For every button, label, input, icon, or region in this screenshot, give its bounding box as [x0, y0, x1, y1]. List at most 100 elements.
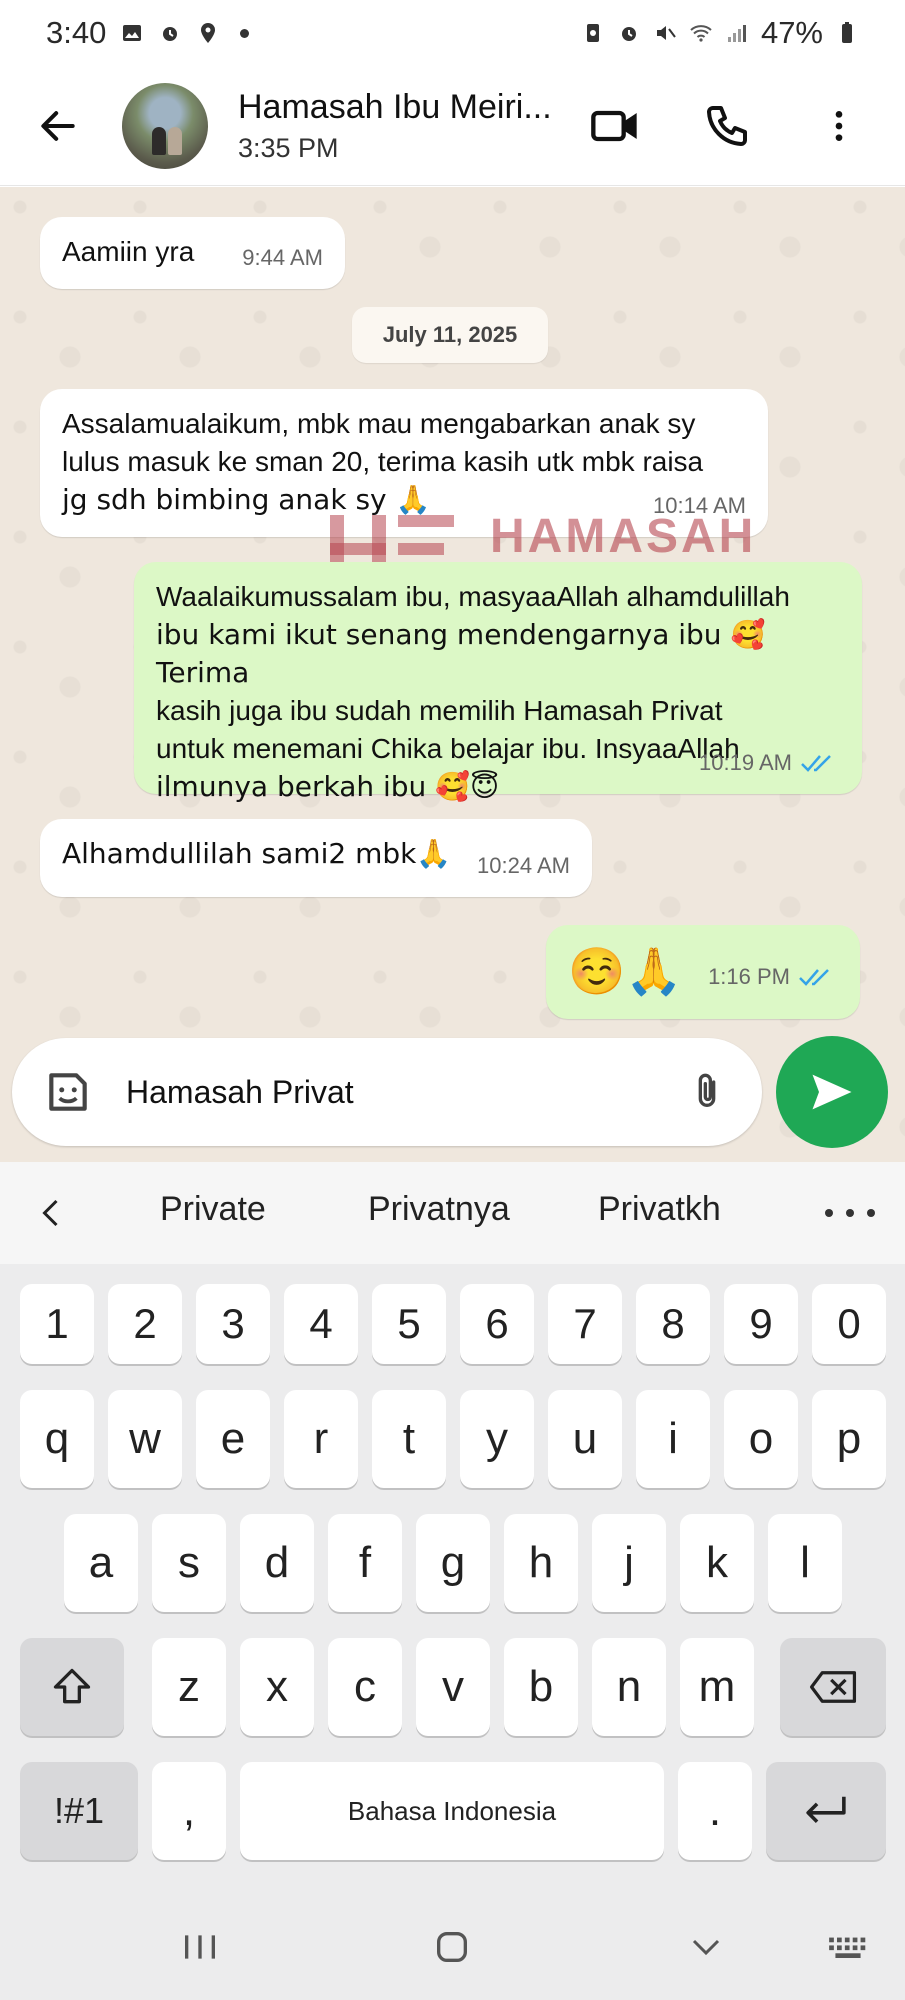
- comma-key[interactable]: ,: [152, 1762, 226, 1860]
- key[interactable]: o: [724, 1390, 798, 1488]
- key[interactable]: j: [592, 1514, 666, 1612]
- navigation-bar: [0, 1900, 905, 2000]
- message-time: 9:44 AM: [242, 245, 323, 270]
- key[interactable]: l: [768, 1514, 842, 1612]
- suggestion-bar: Private Privatnya Privatkh: [0, 1162, 905, 1264]
- key[interactable]: c: [328, 1638, 402, 1736]
- key[interactable]: u: [548, 1390, 622, 1488]
- suggestion-item[interactable]: Privatkh: [598, 1190, 721, 1229]
- space-key[interactable]: Bahasa Indonesia: [240, 1762, 664, 1860]
- message-time: 10:24 AM: [477, 853, 570, 878]
- key[interactable]: 8: [636, 1284, 710, 1364]
- chat-header: Hamasah Ibu Meiri... 3:35 PM: [0, 66, 905, 186]
- key[interactable]: x: [240, 1638, 314, 1736]
- keyboard-switch-button[interactable]: [818, 1922, 878, 1972]
- sticker-button[interactable]: [40, 1064, 96, 1120]
- chevron-down-icon: [692, 1939, 720, 1956]
- menu-button[interactable]: [811, 98, 867, 154]
- send-icon: [812, 1074, 852, 1110]
- key[interactable]: 9: [724, 1284, 798, 1364]
- battery-icon: [835, 21, 859, 45]
- read-ticks-icon: [801, 755, 831, 772]
- key[interactable]: 7: [548, 1284, 622, 1364]
- key[interactable]: 3: [196, 1284, 270, 1364]
- recent-apps-button[interactable]: [170, 1922, 230, 1972]
- period-key[interactable]: .: [678, 1762, 752, 1860]
- sticker-icon: [49, 1073, 87, 1111]
- suggestion-back-button[interactable]: [22, 1183, 82, 1243]
- key[interactable]: f: [328, 1514, 402, 1612]
- hide-keyboard-button[interactable]: [676, 1922, 736, 1972]
- avatar[interactable]: [122, 82, 208, 169]
- key[interactable]: t: [372, 1390, 446, 1488]
- key[interactable]: m: [680, 1638, 754, 1736]
- message-text: Alhamdullilah sami2 mbk🙏: [62, 837, 452, 870]
- shift-key[interactable]: [20, 1638, 124, 1736]
- message-outgoing[interactable]: Waalaikumussalam ibu, masyaaAllah alhamd…: [134, 562, 862, 803]
- attach-button[interactable]: [682, 1064, 732, 1120]
- suggestion-item[interactable]: Private: [160, 1190, 266, 1229]
- key-area: 1 2 3 4 5 6 7 8 9 0 q w e r t y u i o p …: [0, 1264, 905, 2000]
- key[interactable]: v: [416, 1638, 490, 1736]
- key[interactable]: 6: [460, 1284, 534, 1364]
- home-button[interactable]: [422, 1922, 482, 1972]
- message-time: 10:19 AM: [699, 750, 792, 775]
- enter-icon: [806, 1796, 846, 1823]
- keyboard: Private Privatnya Privatkh 1 2 3 4 5 6 7…: [0, 1162, 905, 2000]
- mute-icon: [653, 21, 677, 45]
- enter-key[interactable]: [766, 1762, 886, 1860]
- arrow-left-icon: [41, 110, 75, 141]
- key[interactable]: b: [504, 1638, 578, 1736]
- key[interactable]: k: [680, 1514, 754, 1612]
- key[interactable]: i: [636, 1390, 710, 1488]
- symbols-key[interactable]: !#1: [20, 1762, 138, 1860]
- back-button[interactable]: [28, 96, 88, 156]
- message-time: 10:14 AM: [653, 493, 746, 518]
- gallery-notification-icon: [120, 21, 144, 45]
- message-line: jg sdh bimbing anak sy 🙏: [62, 483, 431, 516]
- key[interactable]: 4: [284, 1284, 358, 1364]
- last-seen: 3:35 PM: [238, 132, 339, 163]
- keyboard-icon: [829, 1937, 866, 1958]
- key[interactable]: d: [240, 1514, 314, 1612]
- key[interactable]: y: [460, 1390, 534, 1488]
- send-button[interactable]: [776, 1036, 888, 1148]
- key[interactable]: 1: [20, 1284, 94, 1364]
- message-input[interactable]: [126, 1062, 646, 1122]
- key[interactable]: p: [812, 1390, 886, 1488]
- key[interactable]: 0: [812, 1284, 886, 1364]
- message-line: ibu kami ikut senang mendengarnya ibu 🥰 …: [156, 618, 766, 689]
- recent-apps-icon: [185, 1935, 215, 1959]
- backspace-key[interactable]: [780, 1638, 886, 1736]
- battery-saver-icon: [581, 21, 605, 45]
- chat-area[interactable]: Aamiin yra 9:44 AM July 11, 2025 Assalam…: [0, 187, 905, 1162]
- key[interactable]: g: [416, 1514, 490, 1612]
- date-separator: July 11, 2025: [352, 307, 548, 363]
- key[interactable]: n: [592, 1638, 666, 1736]
- message-outgoing[interactable]: ☺️🙏 1:16 PM: [546, 925, 860, 1019]
- key[interactable]: w: [108, 1390, 182, 1488]
- message-incoming[interactable]: Assalamualaikum, mbk mau mengabarkan ana…: [40, 389, 768, 537]
- message-line: Waalaikumussalam ibu, masyaaAllah alhamd…: [156, 581, 790, 612]
- key[interactable]: a: [64, 1514, 138, 1612]
- key[interactable]: 5: [372, 1284, 446, 1364]
- suggestion-item[interactable]: Privatnya: [368, 1190, 510, 1229]
- message-incoming[interactable]: Aamiin yra 9:44 AM: [40, 217, 345, 289]
- contact-info[interactable]: Hamasah Ibu Meiri... 3:35 PM: [238, 88, 552, 164]
- key[interactable]: q: [20, 1390, 94, 1488]
- key[interactable]: r: [284, 1390, 358, 1488]
- key[interactable]: 2: [108, 1284, 182, 1364]
- voice-call-button[interactable]: [699, 98, 755, 154]
- kebab-menu-icon: [835, 110, 843, 141]
- status-bar: 3:40 47%: [0, 0, 905, 66]
- key[interactable]: z: [152, 1638, 226, 1736]
- key[interactable]: s: [152, 1514, 226, 1612]
- wifi-icon: [689, 21, 713, 45]
- message-text: Aamiin yra: [62, 236, 195, 267]
- message-incoming[interactable]: Alhamdullilah sami2 mbk🙏 10:24 AM: [40, 819, 592, 897]
- suggestion-more-button[interactable]: [825, 1198, 875, 1228]
- video-call-button[interactable]: [587, 98, 643, 154]
- key[interactable]: e: [196, 1390, 270, 1488]
- key[interactable]: h: [504, 1514, 578, 1612]
- alarm-status-icon: [617, 21, 641, 45]
